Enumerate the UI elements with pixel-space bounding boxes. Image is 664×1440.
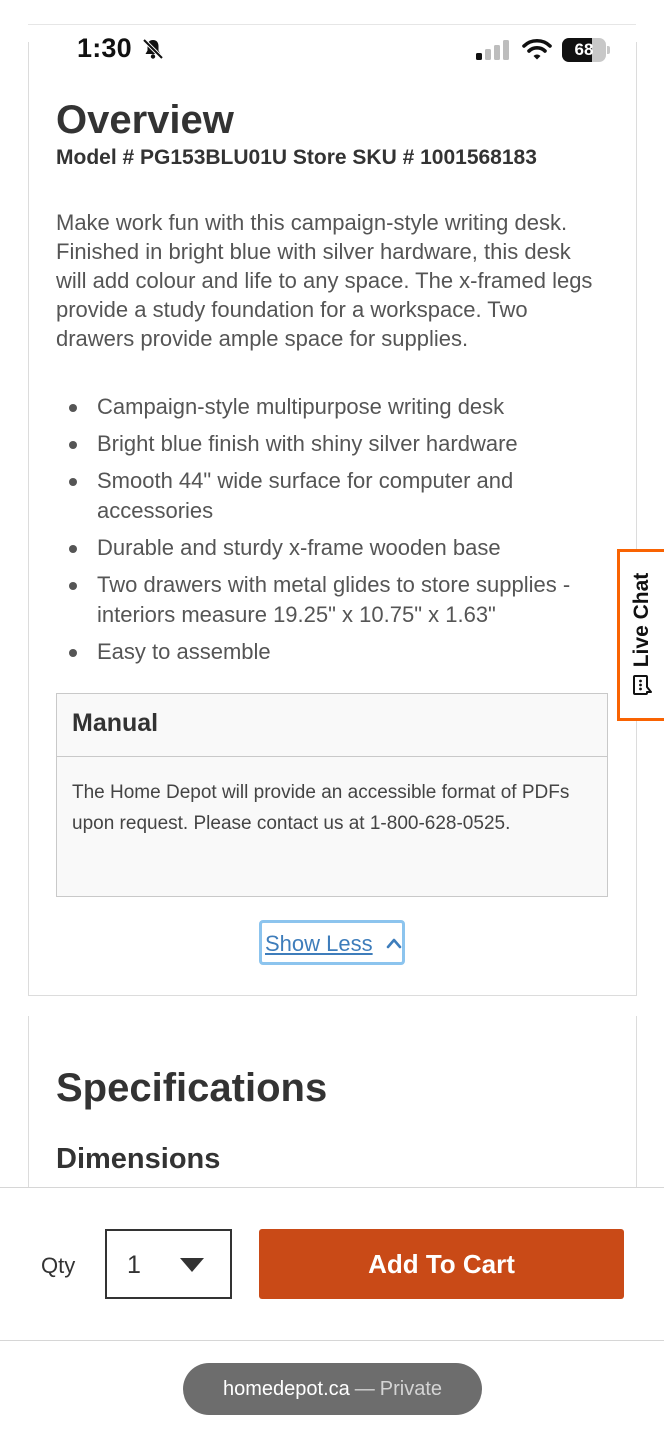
qty-label: Qty (41, 1253, 76, 1278)
top-divider (28, 24, 636, 25)
manual-title: Manual (57, 694, 607, 757)
live-chat-label: Live Chat (630, 572, 653, 668)
feature-item: Campaign-style multipurpose writing desk (56, 392, 611, 422)
feature-item: Bright blue finish with shiny silver har… (56, 429, 611, 459)
overview-title: Overview (56, 98, 234, 142)
feature-text: Smooth 44" wide surface for computer and… (97, 468, 514, 523)
chat-bubble-icon (633, 675, 652, 696)
feature-item: Durable and sturdy x-frame wooden base (56, 533, 611, 563)
live-chat-tab[interactable]: Live Chat (617, 549, 664, 721)
feature-text: Easy to assemble (97, 639, 271, 664)
feature-item: Two drawers with metal glides to store s… (56, 570, 611, 630)
manual-body: The Home Depot will provide an accessibl… (72, 782, 570, 834)
feature-text: Campaign-style multipurpose writing desk (97, 394, 505, 419)
bullet-icon (69, 582, 77, 590)
chevron-up-icon (386, 938, 402, 949)
bullet-icon (69, 404, 77, 412)
feature-item: Easy to assemble (56, 637, 611, 667)
show-less-button[interactable]: Show Less (259, 920, 405, 965)
browser-address-pill[interactable]: homedepot.ca — Private (183, 1363, 482, 1415)
address-domain: homedepot.ca (222, 1377, 350, 1400)
feature-text: Durable and sturdy x-frame wooden base (97, 535, 501, 560)
address-separator: — (354, 1377, 375, 1400)
caret-down-icon (180, 1258, 204, 1272)
bullet-icon (69, 441, 77, 449)
bullet-icon (69, 478, 77, 486)
feature-item: Smooth 44" wide surface for computer and… (56, 466, 611, 526)
bullet-icon (69, 545, 77, 553)
manual-box: Manual The Home Depot will provide an ac… (56, 693, 608, 897)
add-to-cart-button[interactable]: Add To Cart (259, 1229, 624, 1299)
feature-text: Bright blue finish with shiny silver har… (97, 431, 518, 456)
quantity-select[interactable]: 1 (105, 1229, 232, 1299)
show-less-label: Show Less (265, 931, 373, 956)
product-description: Make work fun with this campaign-style w… (56, 210, 593, 351)
private-mode-label: Private (379, 1377, 442, 1400)
bullet-icon (69, 649, 77, 657)
dimensions-title: Dimensions (56, 1143, 221, 1175)
specifications-title: Specifications (56, 1066, 328, 1110)
quantity-value: 1 (127, 1251, 141, 1279)
feature-text: Two drawers with metal glides to store s… (97, 572, 571, 627)
model-sku-line: Model # PG153BLU01U Store SKU # 10015681… (56, 146, 537, 169)
feature-list: Campaign-style multipurpose writing desk… (56, 392, 611, 674)
